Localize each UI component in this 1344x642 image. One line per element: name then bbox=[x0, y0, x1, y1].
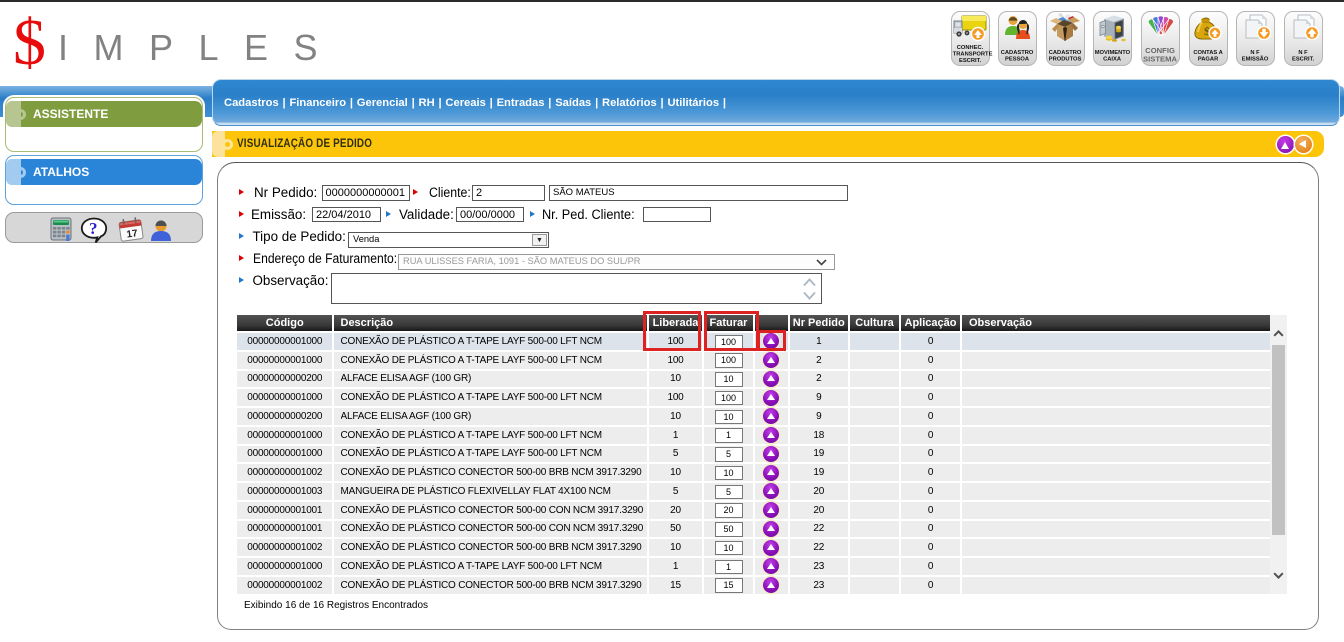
svg-text:?: ? bbox=[89, 219, 98, 238]
svg-text:17: 17 bbox=[126, 228, 139, 241]
